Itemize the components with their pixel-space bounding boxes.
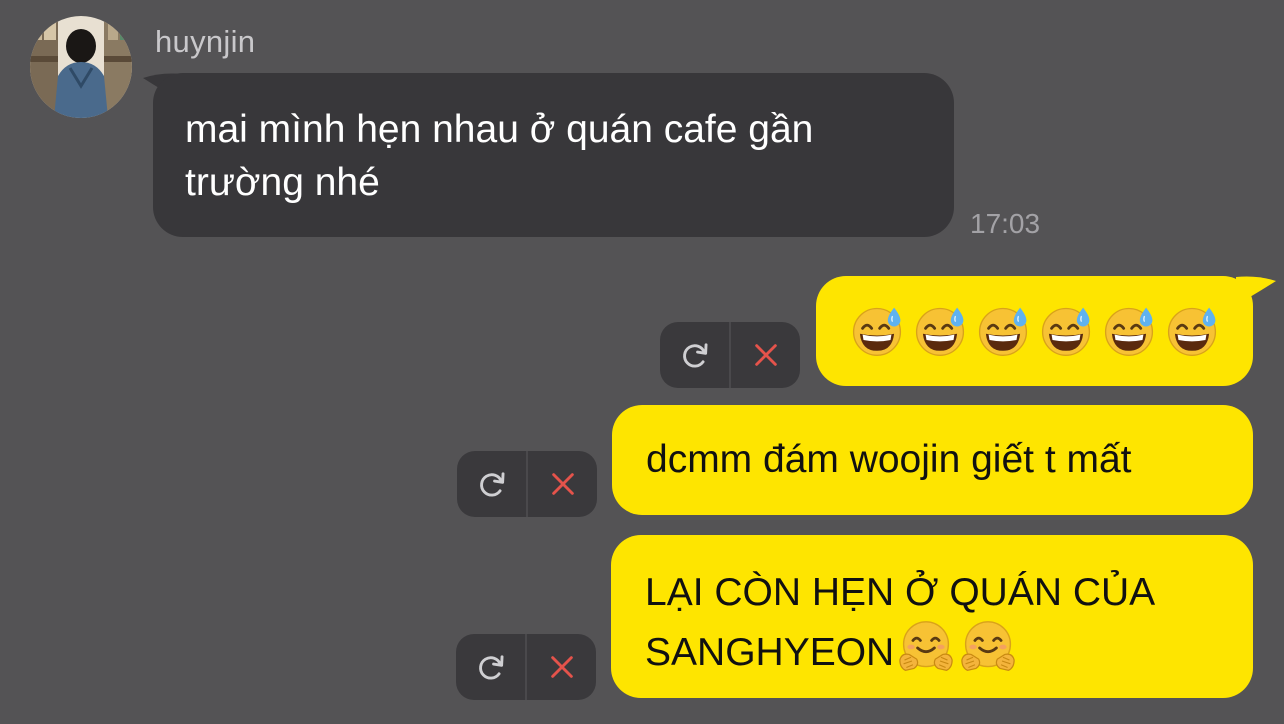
retry-icon [475, 467, 509, 501]
grinning-face-with-sweat-emoji [913, 304, 967, 358]
grinning-face-with-sweat-emoji [1165, 304, 1219, 358]
emoji-row [850, 304, 1219, 358]
grinning-face-with-sweat-emoji [976, 304, 1030, 358]
sender-name: huynjin [155, 24, 256, 59]
retry-button[interactable] [660, 322, 731, 388]
failed-message-controls [660, 322, 800, 388]
incoming-message-text: mai mình hẹn nhau ở quán cafe gần trường… [185, 108, 814, 204]
grinning-face-with-sweat-emoji [1102, 304, 1156, 358]
delete-button[interactable] [528, 451, 597, 517]
hugging-face-emoji [898, 619, 954, 675]
outgoing-message-text: dcmm đám woojin giết t mất [646, 438, 1132, 481]
outgoing-message-bubble[interactable] [816, 276, 1253, 386]
close-icon [749, 338, 783, 372]
retry-icon [474, 650, 508, 684]
outgoing-message-bubble[interactable]: LẠI CÒN HẸN Ở QUÁN CỦA SANGHYEON [611, 535, 1253, 698]
failed-message-controls [456, 634, 596, 700]
failed-message-controls [457, 451, 597, 517]
retry-icon [678, 338, 712, 372]
hugging-face-emoji [960, 619, 1016, 675]
grinning-face-with-sweat-emoji [850, 304, 904, 358]
retry-button[interactable] [457, 451, 528, 517]
retry-button[interactable] [456, 634, 527, 700]
avatar[interactable] [30, 16, 132, 118]
delete-button[interactable] [731, 322, 800, 388]
emoji-row [898, 619, 1016, 675]
message-timestamp: 17:03 [970, 208, 1041, 239]
delete-button[interactable] [527, 634, 596, 700]
outgoing-message-bubble[interactable]: dcmm đám woojin giết t mất [612, 405, 1253, 515]
grinning-face-with-sweat-emoji [1039, 304, 1093, 358]
close-icon [546, 467, 580, 501]
close-icon [545, 650, 579, 684]
incoming-message-bubble[interactable]: mai mình hẹn nhau ở quán cafe gần trường… [153, 73, 954, 237]
